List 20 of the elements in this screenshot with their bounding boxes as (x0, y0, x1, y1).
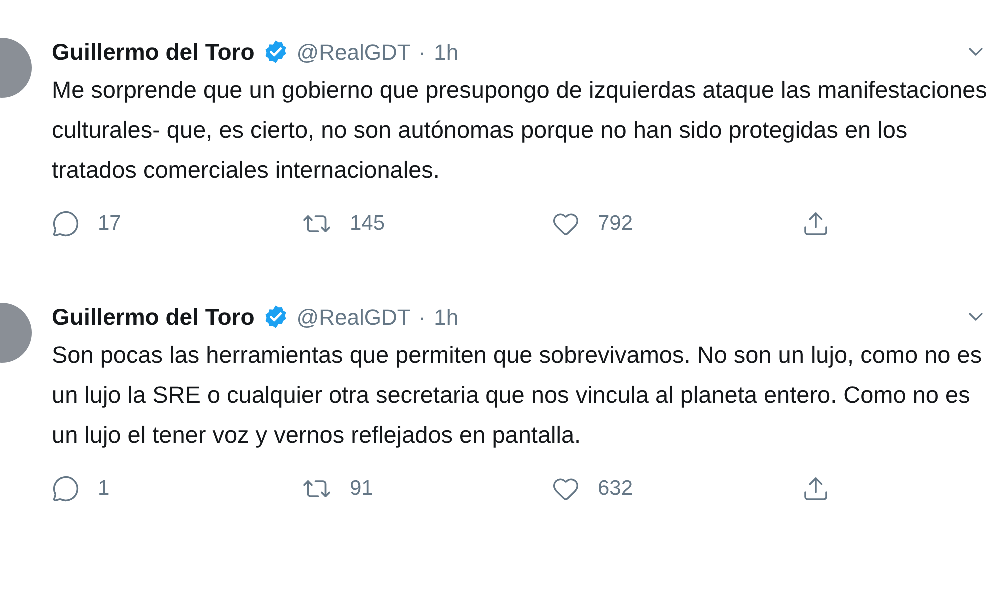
reply-count: 1 (98, 476, 110, 502)
tweet-time[interactable]: 1h (434, 36, 459, 68)
author-handle[interactable]: @RealGDT (296, 36, 411, 68)
separator-dot: · (418, 38, 426, 66)
separator-dot: · (418, 304, 426, 332)
reply-icon[interactable] (52, 474, 80, 503)
author-name[interactable]: Guillermo del Toro (52, 34, 255, 70)
tweet-text: Son pocas las herramientas que permiten que sobrevivamos. No son un lujo, como no es un lujo la SRE o cualquier otra secretaria que nos vincula al planeta entero. Como no es un lujo el tener voz y vernos reflejados en pantalla. (52, 341, 984, 450)
author-handle[interactable]: @RealGDT (296, 300, 411, 334)
share-icon[interactable] (802, 474, 830, 503)
retweet-count: 145 (350, 211, 386, 237)
tweet-text: Me sorprende que un gobierno que presupongo de izquierdas ataque las manifestaciones culturales- que, es cierto, no son autónomas porque no han sido protegidas en los tratados comerciales internacionales. (52, 76, 988, 185)
author-name[interactable]: Guillermo del Toro (52, 300, 255, 334)
like-count: 632 (598, 476, 634, 502)
reply-count: 17 (98, 211, 122, 237)
retweet-count: 91 (350, 476, 374, 502)
like-count: 792 (598, 211, 634, 237)
share-icon[interactable] (802, 210, 830, 238)
reply-icon[interactable] (52, 210, 80, 238)
tweet-time[interactable]: 1h (434, 300, 459, 334)
